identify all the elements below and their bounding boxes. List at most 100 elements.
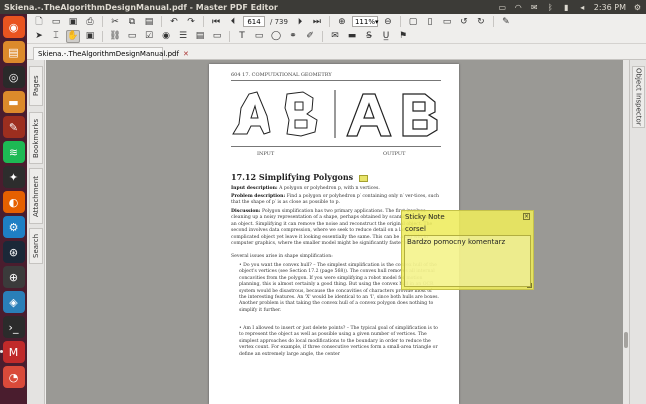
select-text-icon[interactable]: ⌶ bbox=[49, 30, 63, 43]
fit-width-icon[interactable]: ▭ bbox=[440, 15, 454, 28]
new-file-icon[interactable]: 🗋 bbox=[32, 15, 46, 28]
rotate-left-icon[interactable]: ↺ bbox=[457, 15, 471, 28]
link-icon[interactable]: ⛓ bbox=[108, 30, 122, 43]
strikeout-tool-icon[interactable]: S̶ bbox=[362, 30, 376, 43]
sticky-note-author: corsel bbox=[405, 225, 426, 233]
combo-tool-icon[interactable]: ▤ bbox=[193, 30, 207, 43]
tab-pages[interactable]: Pages bbox=[29, 66, 43, 106]
clock[interactable]: 2:36 PM bbox=[594, 3, 626, 12]
print-icon[interactable]: ⎙ bbox=[83, 15, 97, 28]
bluetooth-icon[interactable]: ᛒ bbox=[546, 3, 555, 12]
wifi-icon[interactable]: ◠ bbox=[514, 3, 523, 12]
select-arrow-icon[interactable]: ➤ bbox=[32, 30, 46, 43]
folder-icon[interactable]: ▬ bbox=[2, 91, 25, 113]
tab-object-inspector[interactable]: Object Inspector bbox=[632, 66, 645, 128]
header-rule bbox=[231, 80, 441, 81]
mail-icon[interactable]: ✉ bbox=[530, 3, 539, 12]
system-tray: ▭ ◠ ✉ ᛒ ▮ ◂ 2:36 PM ⚙ bbox=[498, 0, 646, 14]
page-number-input[interactable]: 614 bbox=[243, 16, 265, 27]
close-icon[interactable]: × bbox=[523, 213, 530, 220]
files-icon[interactable]: ▤ bbox=[2, 41, 25, 63]
rectangle-tool-icon[interactable]: ▭ bbox=[252, 30, 266, 43]
network-icon[interactable]: ⊕ bbox=[2, 266, 25, 288]
sticky-note-title: Sticky Note bbox=[405, 213, 445, 221]
main-toolbar: 🗋 ▭ ▣ ⎙ ✂ ⧉ ▤ ↶ ↷ ⏮ ⏴ 614 / 739 ⏵ ⏭ ⊕ 11… bbox=[27, 14, 646, 29]
note-tool-icon[interactable]: ✉ bbox=[328, 30, 342, 43]
undo-icon[interactable]: ↶ bbox=[167, 15, 181, 28]
first-page-icon[interactable]: ⏮ bbox=[209, 15, 223, 28]
edit-object-icon[interactable]: ▣ bbox=[83, 30, 97, 43]
button-tool-icon[interactable]: ▭ bbox=[210, 30, 224, 43]
master-pdf-icon[interactable]: M bbox=[0, 341, 25, 363]
page-header: 604 17. COMPUTATIONAL GEOMETRY bbox=[231, 72, 332, 78]
sign-icon[interactable]: ✎ bbox=[499, 15, 513, 28]
list-tool-icon[interactable]: ☰ bbox=[176, 30, 190, 43]
zoom-select[interactable]: 111% ▾ bbox=[351, 16, 379, 27]
open-file-icon[interactable]: ▭ bbox=[49, 15, 63, 28]
fig-label-output: OUTPUT bbox=[383, 151, 406, 157]
highlight-tool-icon[interactable]: ▬ bbox=[345, 30, 359, 43]
close-icon[interactable]: ✕ bbox=[183, 50, 192, 58]
section-title: 17.12 Simplifying Polygons bbox=[231, 172, 354, 182]
tab-bookmarks[interactable]: Bookmarks bbox=[29, 112, 43, 164]
right-side-panel: Object Inspector bbox=[629, 60, 646, 404]
launcher: ◉ ▤ ◎ ▬ ✎ ≋ ✦ ◐ ⚙ ⊛ ⊕ ◈ ›_ M ◔ bbox=[0, 14, 27, 404]
sticky-note-text-field[interactable]: Bardzo pomocny komentarz bbox=[404, 235, 531, 287]
hand-tool-icon[interactable]: ✋ bbox=[66, 29, 80, 43]
prev-page-icon[interactable]: ⏴ bbox=[226, 15, 240, 28]
actual-size-icon[interactable]: ▢ bbox=[406, 15, 420, 28]
paste-icon[interactable]: ▤ bbox=[142, 15, 156, 28]
fit-page-icon[interactable]: ▯ bbox=[423, 15, 437, 28]
text-field-icon[interactable]: ▭ bbox=[125, 30, 139, 43]
chevron-down-icon: ▾ bbox=[374, 17, 379, 26]
link-tool-icon[interactable]: ⚭ bbox=[286, 30, 300, 43]
input-description: Input description: A polygon or polyhedr… bbox=[231, 186, 380, 191]
zoom-in-icon[interactable]: ⊕ bbox=[335, 15, 349, 28]
copy-icon[interactable]: ⧉ bbox=[125, 15, 139, 28]
ubuntu-icon[interactable]: ◉ bbox=[2, 16, 25, 38]
spotify-icon[interactable]: ≋ bbox=[2, 141, 25, 163]
battery-icon[interactable]: ▮ bbox=[562, 3, 571, 12]
sticky-note-popup[interactable]: Sticky Note × corsel Bardzo pomocny kome… bbox=[401, 210, 534, 290]
left-side-panel: Pages Bookmarks Attachment Search bbox=[27, 60, 45, 404]
underline-tool-icon[interactable]: U̲ bbox=[379, 30, 393, 43]
stamp-tool-icon[interactable]: ⚑ bbox=[396, 30, 410, 43]
tab-attachment[interactable]: Attachment bbox=[29, 168, 43, 224]
ellipse-tool-icon[interactable]: ◯ bbox=[269, 30, 283, 43]
save-icon[interactable]: ▣ bbox=[66, 15, 80, 28]
cut-icon[interactable]: ✂ bbox=[108, 15, 122, 28]
app-icon[interactable]: ◈ bbox=[2, 291, 25, 313]
tab-document[interactable]: Skiena.-.TheAlgorithmDesignManual.pdf ✕ bbox=[33, 47, 189, 60]
document-view[interactable]: 604 17. COMPUTATIONAL GEOMETRY INPUT OUT… bbox=[46, 60, 623, 404]
settings-icon[interactable]: ⚙ bbox=[2, 216, 25, 238]
terminal-icon[interactable]: ›_ bbox=[2, 316, 25, 338]
volume-icon[interactable]: ◂ bbox=[578, 3, 587, 12]
fig-label-input: INPUT bbox=[257, 151, 275, 157]
top-panel: Skiena.-.TheAlgorithmDesignManual.pdf - … bbox=[0, 0, 646, 14]
next-page-icon[interactable]: ⏵ bbox=[293, 15, 307, 28]
app-window: 🗋 ▭ ▣ ⎙ ✂ ⧉ ▤ ↶ ↷ ⏮ ⏴ 614 / 739 ⏵ ⏭ ⊕ 11… bbox=[27, 14, 646, 404]
note-annotation-icon[interactable] bbox=[359, 175, 368, 182]
figure-rule bbox=[231, 146, 441, 147]
scrollbar-thumb[interactable] bbox=[624, 332, 628, 348]
gear-icon[interactable]: ⚙ bbox=[633, 3, 642, 12]
resize-handle[interactable] bbox=[527, 283, 532, 288]
rotate-right-icon[interactable]: ↻ bbox=[474, 15, 488, 28]
checkbox-tool-icon[interactable]: ☑ bbox=[142, 30, 156, 43]
chrome-icon[interactable]: ◎ bbox=[2, 66, 25, 88]
steam-icon[interactable]: ⊛ bbox=[2, 241, 25, 263]
color-app-icon[interactable]: ✦ bbox=[2, 166, 25, 188]
redo-icon[interactable]: ↷ bbox=[184, 15, 198, 28]
radio-tool-icon[interactable]: ◉ bbox=[159, 30, 173, 43]
window-icon[interactable]: ▭ bbox=[498, 3, 507, 12]
text-editor-icon[interactable]: ✎ bbox=[2, 116, 25, 138]
zoom-out-icon[interactable]: ⊖ bbox=[381, 15, 395, 28]
disk-usage-icon[interactable]: ◔ bbox=[2, 366, 25, 388]
page-count: / 739 bbox=[270, 17, 288, 26]
last-page-icon[interactable]: ⏭ bbox=[310, 15, 324, 28]
window-title: Skiena.-.TheAlgorithmDesignManual.pdf - … bbox=[4, 2, 278, 12]
text-tool-icon[interactable]: T bbox=[235, 30, 249, 43]
pencil-tool-icon[interactable]: ✐ bbox=[303, 30, 317, 43]
firefox-icon[interactable]: ◐ bbox=[2, 191, 25, 213]
tab-search[interactable]: Search bbox=[29, 228, 43, 264]
